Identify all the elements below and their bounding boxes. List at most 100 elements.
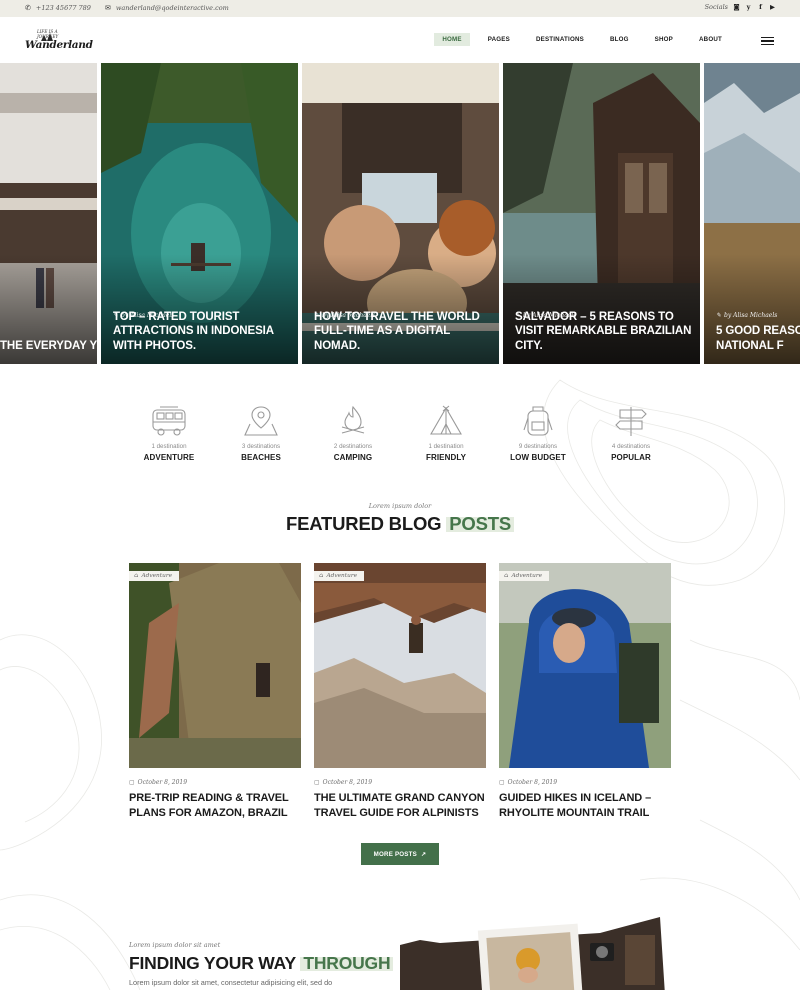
slide-card[interactable]: ✎ by Alisa Michaels TOP – RATED TOURIST A… <box>101 63 298 364</box>
site-header: LIFE IS A JOURNEY Wanderland HOME PAGES … <box>0 17 800 63</box>
calendar-icon: ▢ <box>129 779 135 786</box>
post-card[interactable]: ⌂ Adventure ▢ October 8, 2019 THE ULTIMATE… <box>314 563 486 820</box>
category-item[interactable]: 1 destination FRIENDLY <box>400 404 492 462</box>
tag-icon: ⌂ <box>134 573 139 579</box>
more-posts-button[interactable]: MORE POSTS ↗ <box>361 843 439 865</box>
hero-slider: THE EVERYDAY YOUR CITY. ✎by Alisa Michae… <box>0 63 800 364</box>
nav-item-pages[interactable]: PAGES <box>480 33 518 46</box>
featured-title-main: FEATURED BLOG <box>286 513 442 534</box>
post-date: ▢ October 8, 2019 <box>129 779 301 786</box>
tag-label: Adventure <box>511 573 543 579</box>
email-address: wanderland@qodeinteractive.com <box>115 4 229 12</box>
date-text[interactable]: October 8, 2019 <box>138 779 187 786</box>
category-item[interactable]: 1 destination ADVENTURE <box>123 404 215 462</box>
category-count: 3 destinations <box>241 443 281 450</box>
tag-icon: ⌂ <box>319 573 324 579</box>
slide-card[interactable]: ✎by Alisa Michaels 5 GOOD REASONS STONE … <box>704 63 800 364</box>
youtube-icon[interactable]: ▶ <box>769 3 776 11</box>
slide-card[interactable]: ✎ by Alisa Michaels SALVADOR – 5 REASONS … <box>503 63 700 364</box>
category-name[interactable]: LOW BUDGET <box>492 453 584 462</box>
nav-item-about[interactable]: ABOUT <box>691 33 730 46</box>
category-item[interactable]: 2 destinations CAMPING <box>307 404 399 462</box>
post-card[interactable]: ⌂ Adventure ▢ October 8, 2019 PRE-TRIP REA… <box>129 563 301 820</box>
nav-item-blog[interactable]: BLOG <box>602 33 637 46</box>
arrow-up-right-icon: ↗ <box>420 850 427 858</box>
author-name[interactable]: by Alisa Michaels <box>724 312 777 319</box>
post-image[interactable]: ⌂ Adventure <box>314 563 486 768</box>
logo-name: Wanderland <box>25 39 93 51</box>
site-logo[interactable]: LIFE IS A JOURNEY Wanderland <box>25 29 93 53</box>
email-contact[interactable]: ✉ wanderland@qodeinteractive.com <box>105 4 229 12</box>
facebook-icon[interactable]: f <box>757 3 764 11</box>
featured-title: FEATURED BLOG POSTS <box>0 513 800 535</box>
envelope-icon: ✉ <box>104 4 111 12</box>
tag-icon: ⌂ <box>504 573 509 579</box>
logo-tagline: LIFE IS A JOURNEY <box>37 29 59 39</box>
more-posts-label: MORE POSTS <box>373 850 417 858</box>
category-item[interactable]: 3 destinations BEACHES <box>215 404 307 462</box>
slide-card[interactable]: THE EVERYDAY YOUR CITY. <box>0 63 97 364</box>
featured-subtitle: Lorem ipsum dolor <box>368 502 432 510</box>
category-item[interactable]: 9 destinations LOW BUDGET <box>492 404 584 462</box>
nav-item-destinations[interactable]: DESTINATIONS <box>528 33 592 46</box>
signpost-icon <box>615 407 647 436</box>
slide-title[interactable]: 5 GOOD REASONS STONE NATIONAL F <box>716 324 800 353</box>
slide-title[interactable]: SALVADOR – 5 REASONS TO VISIT REMARKABLE… <box>515 310 700 354</box>
phone-icon: ✆ <box>25 4 31 12</box>
slide-title[interactable]: TOP – RATED TOURIST ATTRACTIONS IN INDON… <box>113 310 298 354</box>
slide-card[interactable]: ✎ by Alisa Michaels HOW TO TRAVEL THE WOR… <box>302 63 499 364</box>
post-tag[interactable]: ⌂ Adventure <box>314 571 365 581</box>
slide-title[interactable]: HOW TO TRAVEL THE WORLD FULL-TIME AS A D… <box>314 310 499 354</box>
category-name[interactable]: BEACHES <box>215 453 307 462</box>
pen-icon: ✎ <box>716 312 722 319</box>
category-item[interactable]: 4 destinations POPULAR <box>585 404 677 462</box>
category-name[interactable]: POPULAR <box>585 453 677 462</box>
menu-icon[interactable] <box>761 37 774 47</box>
post-photo <box>314 563 486 768</box>
category-name[interactable]: FRIENDLY <box>400 453 492 462</box>
post-date: ▢ October 8, 2019 <box>314 779 486 786</box>
post-photo <box>499 563 671 768</box>
twitter-icon[interactable]: y <box>745 3 752 11</box>
tag-label: Adventure <box>141 573 173 579</box>
slide-author: ✎ by Alisa Michaels <box>716 312 777 319</box>
post-title[interactable]: GUIDED HIKES IN ICELAND – RHYOLITE MOUNT… <box>499 791 671 820</box>
section-title-main: FINDING YOUR WAY <box>129 953 296 973</box>
post-date: ▢ October 8, 2019 <box>499 779 671 786</box>
social-links: Socials ◙ y f ▶ <box>705 3 776 11</box>
socials-label: Socials <box>704 3 728 11</box>
category-name[interactable]: CAMPING <box>307 453 399 462</box>
instagram-icon[interactable]: ◙ <box>733 3 740 11</box>
post-card[interactable]: ⌂ Adventure ▢ October 8, 2019 GUIDED HIKES… <box>499 563 671 820</box>
category-count: 1 destination <box>151 443 187 450</box>
photo-collage <box>400 917 665 990</box>
tent-icon <box>430 405 462 435</box>
category-count: 2 destinations <box>333 443 373 450</box>
date-text[interactable]: October 8, 2019 <box>323 779 372 786</box>
slide-title[interactable]: THE EVERYDAY YOUR CITY. <box>0 339 97 354</box>
map-pin-icon <box>244 406 278 436</box>
date-text[interactable]: October 8, 2019 <box>508 779 557 786</box>
post-photo <box>129 563 301 768</box>
category-count: 9 destinations <box>518 443 558 450</box>
campfire-icon <box>341 405 365 434</box>
main-nav: HOME PAGES DESTINATIONS BLOG SHOP ABOUT <box>424 33 730 46</box>
phone-contact[interactable]: ✆ +123 45677 789 <box>25 4 91 12</box>
calendar-icon: ▢ <box>314 779 320 786</box>
backpack-icon <box>523 406 553 436</box>
post-image[interactable]: ⌂ Adventure <box>499 563 671 768</box>
post-image[interactable]: ⌂ Adventure <box>129 563 301 768</box>
nav-item-home[interactable]: HOME <box>434 33 470 46</box>
post-title[interactable]: THE ULTIMATE GRAND CANYON TRAVEL GUIDE F… <box>314 791 486 820</box>
post-tag[interactable]: ⌂ Adventure <box>129 571 180 581</box>
calendar-icon: ▢ <box>499 779 505 786</box>
camper-van-icon <box>152 406 186 436</box>
category-name[interactable]: ADVENTURE <box>123 453 215 462</box>
phone-number: +123 45677 789 <box>35 4 91 12</box>
nav-item-shop[interactable]: SHOP <box>647 33 681 46</box>
post-title[interactable]: PRE-TRIP READING & TRAVEL PLANS FOR AMAZ… <box>129 791 301 820</box>
category-list: 1 destination ADVENTURE 3 destinations B… <box>123 404 677 468</box>
section-text: Lorem ipsum dolor sit amet, consectetur … <box>129 978 333 987</box>
post-tag[interactable]: ⌂ Adventure <box>499 571 550 581</box>
featured-title-highlight: POSTS <box>446 513 514 534</box>
